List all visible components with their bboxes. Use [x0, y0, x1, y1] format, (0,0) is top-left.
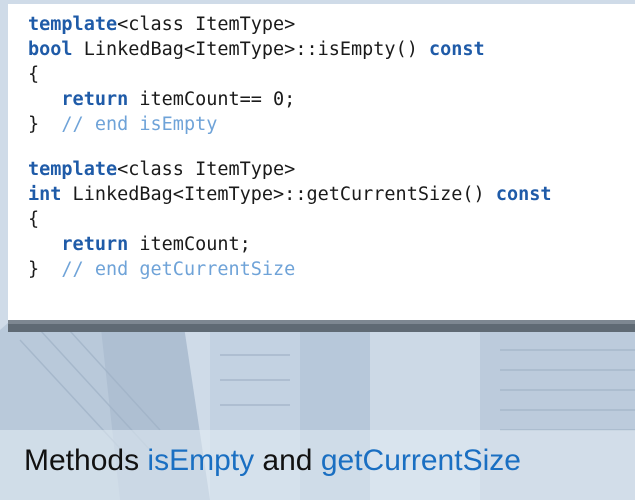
open-brace: {: [28, 64, 40, 85]
code-line: } // end getCurrentSize: [28, 257, 552, 282]
keyword-const: const: [428, 39, 485, 60]
return-expression: itemCount== 0;: [128, 89, 296, 110]
return-expression: itemCount;: [128, 234, 251, 255]
keyword-return: return: [61, 89, 129, 110]
code-line: {: [28, 207, 552, 232]
slide-caption: Methods isEmpty and getCurrentSize: [24, 444, 521, 478]
slide: template<class ItemType> bool LinkedBag<I…: [0, 0, 635, 500]
code-line: } // end isEmpty: [28, 112, 552, 137]
code-line: {: [28, 62, 552, 87]
keyword-return-type: bool: [28, 39, 73, 60]
close-brace: }: [28, 259, 40, 280]
keyword-const: const: [495, 184, 552, 205]
function-signature: LinkedBag<ItemType>::getCurrentSize(): [61, 184, 496, 205]
code-line: template<class ItemType>: [28, 157, 552, 182]
close-brace: }: [28, 114, 40, 135]
keyword-template: template: [28, 14, 118, 35]
code-line: return itemCount== 0;: [28, 87, 552, 112]
template-params: <class ItemType>: [117, 14, 296, 35]
code-line: template<class ItemType>: [28, 12, 552, 37]
code-line: bool LinkedBag<ItemType>::isEmpty() cons…: [28, 37, 552, 62]
code-line-gap: [28, 137, 552, 157]
caption-middle: and: [254, 444, 321, 477]
open-brace: {: [28, 209, 40, 230]
keyword-template: template: [28, 159, 118, 180]
end-comment: // end isEmpty: [61, 114, 218, 135]
caption-method-getcurrentsize: getCurrentSize: [320, 444, 521, 477]
code-line: return itemCount;: [28, 232, 552, 257]
code-block: template<class ItemType> bool LinkedBag<I…: [28, 12, 552, 282]
function-signature: LinkedBag<ItemType>::isEmpty(): [72, 39, 429, 60]
code-card: template<class ItemType> bool LinkedBag<I…: [8, 4, 635, 320]
end-comment: // end getCurrentSize: [61, 259, 296, 280]
caption-method-isempty: isEmpty: [147, 444, 255, 477]
keyword-return: return: [61, 234, 129, 255]
caption-prefix: Methods: [24, 444, 148, 477]
template-params: <class ItemType>: [117, 159, 296, 180]
code-line: int LinkedBag<ItemType>::getCurrentSize(…: [28, 182, 552, 207]
keyword-return-type: int: [28, 184, 62, 205]
